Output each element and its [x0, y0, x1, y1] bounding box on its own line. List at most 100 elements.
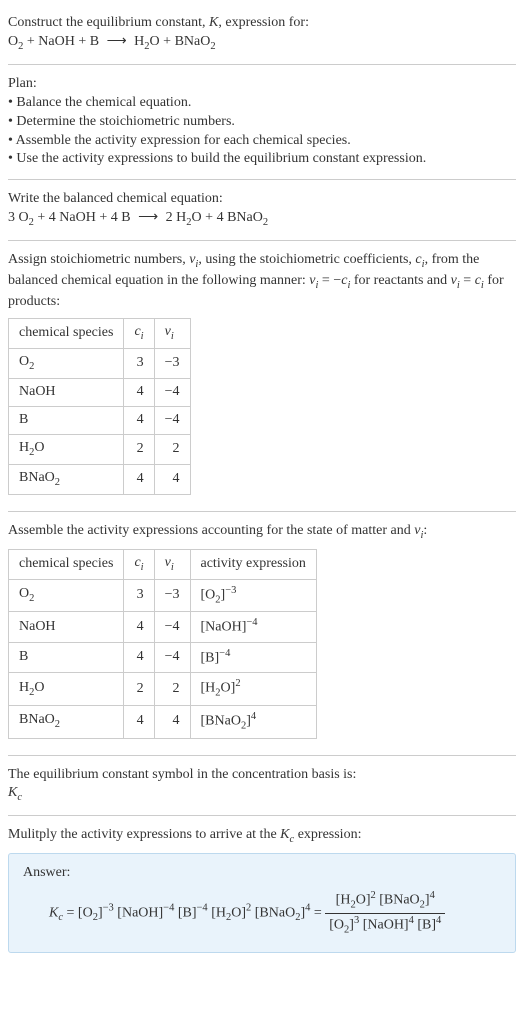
sp-sub: 2 — [55, 719, 60, 730]
species-naoh: NaOH — [38, 34, 75, 49]
sp-text: BNaO — [19, 712, 55, 727]
species-h2o-o: O — [150, 34, 160, 49]
col-c: ci — [124, 319, 154, 349]
assign-text-1: Assign stoichiometric numbers, — [8, 252, 189, 267]
act-text: [B] — [201, 650, 220, 665]
activity-section: Assemble the activity expressions accoun… — [8, 516, 516, 751]
cell-nu: −3 — [154, 579, 190, 612]
table-row: O23−3 — [9, 348, 191, 378]
k-symbol: K — [209, 15, 218, 30]
cell-nu: 4 — [154, 705, 190, 738]
plus: + — [202, 210, 217, 225]
sup: −3 — [103, 903, 114, 914]
col-activity: activity expression — [190, 549, 316, 579]
species-bnao2: BNaO — [175, 34, 211, 49]
species-o2: O — [8, 34, 18, 49]
balanced-equation: 3 O2 + 4 NaOH + 4 B ⟶ 2 H2O + 4 BNaO2 — [8, 210, 268, 225]
table-row: BNaO244[BNaO2]4 — [9, 705, 317, 738]
plus-2: + — [75, 34, 90, 49]
eq-sign: = — [460, 273, 475, 288]
cell-species: H2O — [9, 434, 124, 464]
species-bnao2-sub: 2 — [263, 217, 268, 228]
act-text: [O — [201, 587, 216, 602]
eq-sign: = — [310, 906, 325, 921]
assemble-tail: : — [423, 523, 427, 538]
act-text: [NaOH] — [201, 620, 247, 635]
assign-text-4: for reactants and — [350, 273, 450, 288]
plan-bullet-1: • Balance the chemical equation. — [8, 95, 191, 110]
plus: + — [96, 210, 111, 225]
sp-sub: 2 — [29, 361, 34, 372]
eq-sign: = — [63, 906, 78, 921]
divider — [8, 815, 516, 816]
construct-text: Construct the equilibrium constant, — [8, 15, 209, 30]
term: [NaOH] — [114, 906, 163, 921]
sp-text: O — [34, 440, 44, 455]
col-species: chemical species — [9, 549, 124, 579]
sup: 4 — [436, 915, 441, 926]
term: [BNaO — [376, 893, 420, 908]
act-text: [BNaO — [201, 714, 241, 729]
unbalanced-equation: O2 + NaOH + B ⟶ H2O + BNaO2 — [8, 34, 216, 49]
act-text: O] — [221, 681, 236, 696]
cell-c: 2 — [124, 434, 154, 464]
cell-c: 2 — [124, 673, 154, 706]
plan-title: Plan: — [8, 76, 37, 91]
act-sup: −3 — [225, 585, 236, 596]
sp-text: BNaO — [19, 470, 55, 485]
cell-nu: 2 — [154, 673, 190, 706]
cell-species: B — [9, 406, 124, 434]
species-o2: O — [19, 210, 29, 225]
sp-sub: 2 — [55, 476, 60, 487]
cell-species: BNaO2 — [9, 464, 124, 494]
sub-i: i — [141, 561, 144, 572]
cell-c: 3 — [124, 579, 154, 612]
species-bnao2: BNaO — [227, 210, 263, 225]
cell-c: 4 — [124, 464, 154, 494]
mult-text: Mulitply the activity expressions to arr… — [8, 827, 280, 842]
sp-sub: 2 — [29, 593, 34, 604]
arrow-icon: ⟶ — [134, 210, 162, 225]
cell-species: H2O — [9, 673, 124, 706]
table-row: O23−3[O2]−3 — [9, 579, 317, 612]
sub-i: i — [171, 331, 174, 342]
cell-species: NaOH — [9, 612, 124, 643]
divider — [8, 240, 516, 241]
table-row: NaOH4−4 — [9, 378, 191, 406]
plan-section: Plan: • Balance the chemical equation. •… — [8, 69, 516, 175]
coef-1: 3 — [8, 210, 19, 225]
balanced-intro: Write the balanced chemical equation: — [8, 191, 223, 206]
cell-c: 3 — [124, 348, 154, 378]
fraction: [H2O]2 [BNaO2]4 [O2]3 [NaOH]4 [B]4 — [325, 889, 445, 937]
sup: −4 — [163, 903, 174, 914]
act-text: [H — [201, 681, 216, 696]
sp-text: O — [19, 586, 29, 601]
numerator: [H2O]2 [BNaO2]4 — [325, 889, 445, 914]
denominator: [O2]3 [NaOH]4 [B]4 — [325, 914, 445, 938]
term: [O — [78, 906, 93, 921]
cell-species: B — [9, 642, 124, 673]
term: [H — [208, 906, 226, 921]
act-sup: 4 — [251, 711, 256, 722]
cell-c: 4 — [124, 642, 154, 673]
answer-label: Answer: — [23, 864, 501, 883]
table-row: H2O22 — [9, 434, 191, 464]
multiply-section: Mulitply the activity expressions to arr… — [8, 820, 516, 958]
species-h2o-h: H — [134, 34, 144, 49]
plan-bullet-4: • Use the activity expressions to build … — [8, 151, 426, 166]
sp-text: H — [19, 680, 29, 695]
cell-c: 4 — [124, 406, 154, 434]
coef-4: 2 — [166, 210, 177, 225]
term: [BNaO — [251, 906, 295, 921]
act-sup: −4 — [219, 648, 230, 659]
divider — [8, 64, 516, 65]
term: [B] — [414, 918, 436, 933]
cell-species: O2 — [9, 579, 124, 612]
sub-i: i — [171, 561, 174, 572]
term: [H — [336, 893, 351, 908]
species-bnao2-sub: 2 — [210, 41, 215, 52]
kc-sub: c — [17, 792, 22, 803]
col-nu: νi — [154, 549, 190, 579]
kc-symbol: K — [49, 906, 58, 921]
cell-nu: −4 — [154, 406, 190, 434]
